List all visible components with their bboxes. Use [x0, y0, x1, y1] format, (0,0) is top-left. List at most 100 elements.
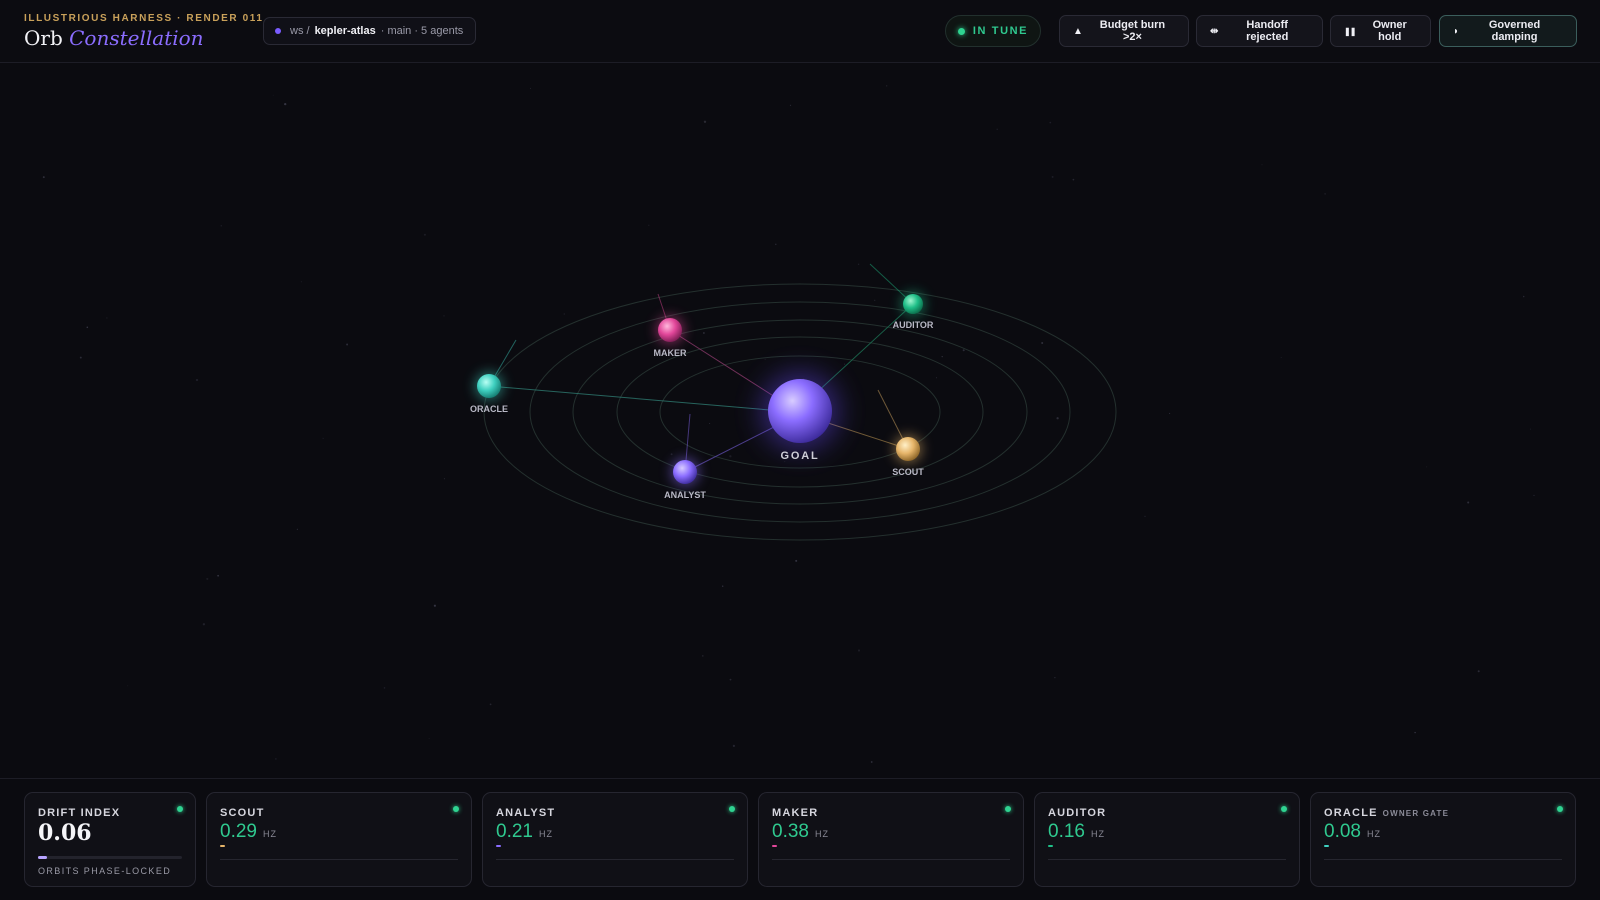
agent-card-scout[interactable]: SCOUT 0.29 HZ	[206, 792, 472, 887]
card-divider	[496, 859, 734, 860]
star	[1072, 178, 1075, 181]
star	[703, 332, 705, 334]
star	[962, 349, 965, 352]
drift-index-bar	[38, 856, 182, 859]
owner-hold-button[interactable]: ❚❚ Owner hold	[1330, 15, 1431, 47]
star	[1533, 494, 1535, 497]
star	[764, 358, 766, 360]
frequency-value: 0.08	[1324, 821, 1361, 842]
star	[428, 738, 430, 739]
governed-damping-label: Governed damping	[1488, 19, 1541, 43]
star	[284, 102, 287, 106]
agent-analyst-label: ANALYST	[664, 490, 706, 500]
star	[996, 128, 998, 131]
constellation-graphic: GOAL ORACLE MAKER AUDITOR ANALYST SCOUT	[42, 85, 1535, 763]
half-moon-icon: ◗	[1453, 25, 1460, 37]
brand: ILLUSTRIOUS HARNESS · RENDER 011 Orb Con…	[24, 13, 264, 50]
pause-icon: ❚❚	[1344, 26, 1356, 36]
workspace-selector[interactable]: ws / kepler-atlas · main · 5 agents	[263, 17, 477, 45]
agent-card-maker[interactable]: MAKER 0.38 HZ	[758, 792, 1024, 887]
star	[443, 478, 445, 480]
star	[844, 363, 846, 365]
agent-accent-tick	[772, 845, 777, 847]
agent-auditor[interactable]: AUDITOR	[893, 292, 934, 330]
drift-index-caption: ORBITS PHASE-LOCKED	[38, 866, 172, 876]
agent-card-title: AUDITOR	[1048, 807, 1111, 819]
agent-oracle[interactable]: ORACLE	[470, 372, 508, 414]
agent-frequency: 0.29 HZ	[220, 821, 277, 843]
agent-card-name: ANALYST	[496, 807, 556, 819]
constellation-canvas[interactable]: GOAL ORACLE MAKER AUDITOR ANALYST SCOUT	[0, 64, 1600, 777]
star	[1049, 121, 1052, 124]
star	[1261, 164, 1263, 166]
governed-damping-button[interactable]: ◗ Governed damping	[1439, 15, 1577, 47]
star	[1530, 428, 1532, 430]
agent-scout[interactable]: SCOUT	[892, 435, 924, 477]
star	[935, 377, 937, 379]
agent-maker[interactable]: MAKER	[654, 316, 687, 358]
star	[127, 685, 129, 687]
handoff-rejected-button[interactable]: ⇹ Handoff rejected	[1196, 15, 1323, 47]
star	[195, 378, 199, 382]
star	[729, 455, 732, 458]
drift-index-card[interactable]: DRIFT INDEX 0.06 ORBITS PHASE-LOCKED	[24, 792, 196, 887]
workspace-name: kepler-atlas	[314, 25, 376, 37]
star	[443, 315, 445, 317]
frequency-value: 0.38	[772, 821, 809, 842]
agent-card-title: ORACLE OWNER GATE	[1324, 807, 1449, 819]
star	[272, 94, 274, 96]
top-bar: ILLUSTRIOUS HARNESS · RENDER 011 Orb Con…	[0, 0, 1600, 63]
star	[789, 104, 792, 107]
agent-card-name: MAKER	[772, 807, 819, 819]
star	[296, 528, 298, 530]
star	[86, 326, 89, 329]
star	[1169, 412, 1171, 415]
owner-hold-label: Owner hold	[1372, 19, 1407, 43]
agent-card-title: SCOUT	[220, 807, 270, 819]
agent-accent-tick	[220, 845, 225, 847]
agent-card-oracle[interactable]: ORACLE OWNER GATE 0.08 HZ	[1310, 792, 1576, 887]
app-title-plain: Orb	[24, 26, 63, 50]
star	[433, 604, 436, 607]
card-divider	[772, 859, 1010, 860]
star	[383, 687, 386, 689]
owner-gate-tag: OWNER GATE	[1382, 809, 1450, 818]
star	[1414, 731, 1416, 734]
agent-status-dot-icon	[729, 806, 735, 812]
tether-maker	[669, 329, 776, 398]
star	[530, 87, 532, 89]
star	[206, 577, 209, 580]
workspace-prefix: ws /	[290, 25, 310, 37]
agent-auditor-label: AUDITOR	[893, 320, 934, 330]
agent-maker-label: MAKER	[654, 348, 687, 358]
agent-status-dot-icon	[453, 806, 459, 812]
star	[729, 678, 732, 681]
metrics-strip: DRIFT INDEX 0.06 ORBITS PHASE-LOCKED SCO…	[0, 778, 1600, 900]
frequency-value: 0.21	[496, 821, 533, 842]
agent-card-analyst[interactable]: ANALYST 0.21 HZ	[482, 792, 748, 887]
star	[1522, 295, 1525, 298]
budget-burn-button[interactable]: ▲ Budget burn >2×	[1059, 15, 1189, 47]
status-label: IN TUNE	[972, 25, 1029, 37]
star	[1477, 670, 1480, 673]
frequency-unit: HZ	[262, 829, 277, 839]
star	[563, 313, 565, 315]
star	[941, 355, 943, 358]
star	[857, 649, 861, 652]
agent-card-auditor[interactable]: AUDITOR 0.16 HZ	[1034, 792, 1300, 887]
agent-frequency: 0.38 HZ	[772, 821, 829, 843]
star	[857, 263, 860, 265]
agent-card-title: MAKER	[772, 807, 823, 819]
drift-status-dot-icon	[177, 806, 183, 812]
agent-frequency: 0.16 HZ	[1048, 821, 1105, 843]
star	[1324, 193, 1326, 195]
star	[217, 574, 219, 577]
goal-orb[interactable]: GOAL	[762, 373, 838, 462]
star	[489, 703, 492, 706]
goal-label: GOAL	[781, 450, 820, 462]
frequency-unit: HZ	[538, 829, 553, 839]
agent-accent-tick	[496, 845, 501, 847]
agent-card-name: AUDITOR	[1048, 807, 1107, 819]
agent-scout-label: SCOUT	[892, 467, 924, 477]
star	[1054, 677, 1056, 679]
